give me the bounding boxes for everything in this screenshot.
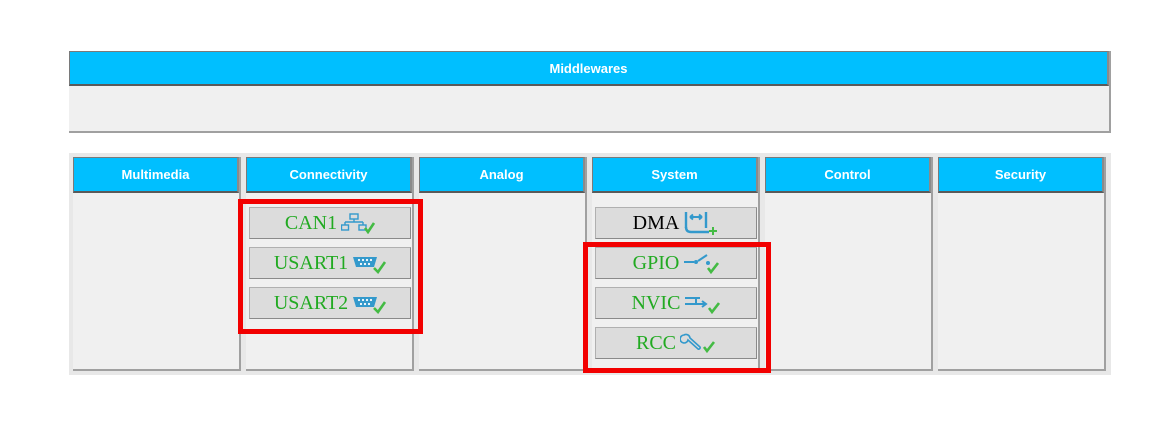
- category-header-control[interactable]: Control: [765, 157, 931, 193]
- interrupt-icon: [685, 297, 721, 314]
- middlewares-panel: Middlewares: [69, 51, 1111, 133]
- peripheral-can1-button[interactable]: CAN1: [249, 207, 411, 239]
- category-control: Control: [765, 157, 933, 371]
- category-multimedia: Multimedia: [73, 157, 241, 371]
- peripheral-label: RCC: [635, 331, 677, 354]
- wrench-icon: [680, 333, 716, 354]
- peripheral-label: CAN1: [284, 211, 338, 234]
- category-header-security[interactable]: Security: [938, 157, 1104, 193]
- category-header-connectivity[interactable]: Connectivity: [246, 157, 412, 193]
- category-header-analog[interactable]: Analog: [419, 157, 585, 193]
- middlewares-header[interactable]: Middlewares: [69, 51, 1109, 86]
- peripheral-label: DMA: [632, 211, 680, 234]
- serial-port-icon: [353, 257, 387, 274]
- category-header-system[interactable]: System: [592, 157, 758, 193]
- network-icon: [341, 213, 376, 234]
- peripheral-usart1-button[interactable]: USART1: [249, 247, 411, 279]
- dma-icon: [685, 212, 718, 235]
- peripheral-label: GPIO: [632, 251, 680, 274]
- peripheral-gpio-button[interactable]: GPIO: [595, 247, 757, 279]
- category-security: Security: [938, 157, 1106, 371]
- peripheral-label: NVIC: [631, 291, 681, 314]
- categories-panel: Multimedia Connectivity CAN1 USART1 USAR…: [69, 153, 1111, 375]
- peripheral-label: USART1: [273, 251, 349, 274]
- peripheral-nvic-button[interactable]: NVIC: [595, 287, 757, 319]
- peripheral-usart2-button[interactable]: USART2: [249, 287, 411, 319]
- category-header-multimedia[interactable]: Multimedia: [73, 157, 239, 193]
- peripheral-label: USART2: [273, 291, 349, 314]
- category-system: System DMA GPIO NVIC RCC: [592, 157, 760, 371]
- switch-icon: [684, 254, 720, 274]
- serial-port-icon: [353, 297, 387, 314]
- peripheral-rcc-button[interactable]: RCC: [595, 327, 757, 359]
- peripheral-dma-button[interactable]: DMA: [595, 207, 757, 239]
- category-connectivity: Connectivity CAN1 USART1 USART2: [246, 157, 414, 371]
- category-analog: Analog: [419, 157, 587, 371]
